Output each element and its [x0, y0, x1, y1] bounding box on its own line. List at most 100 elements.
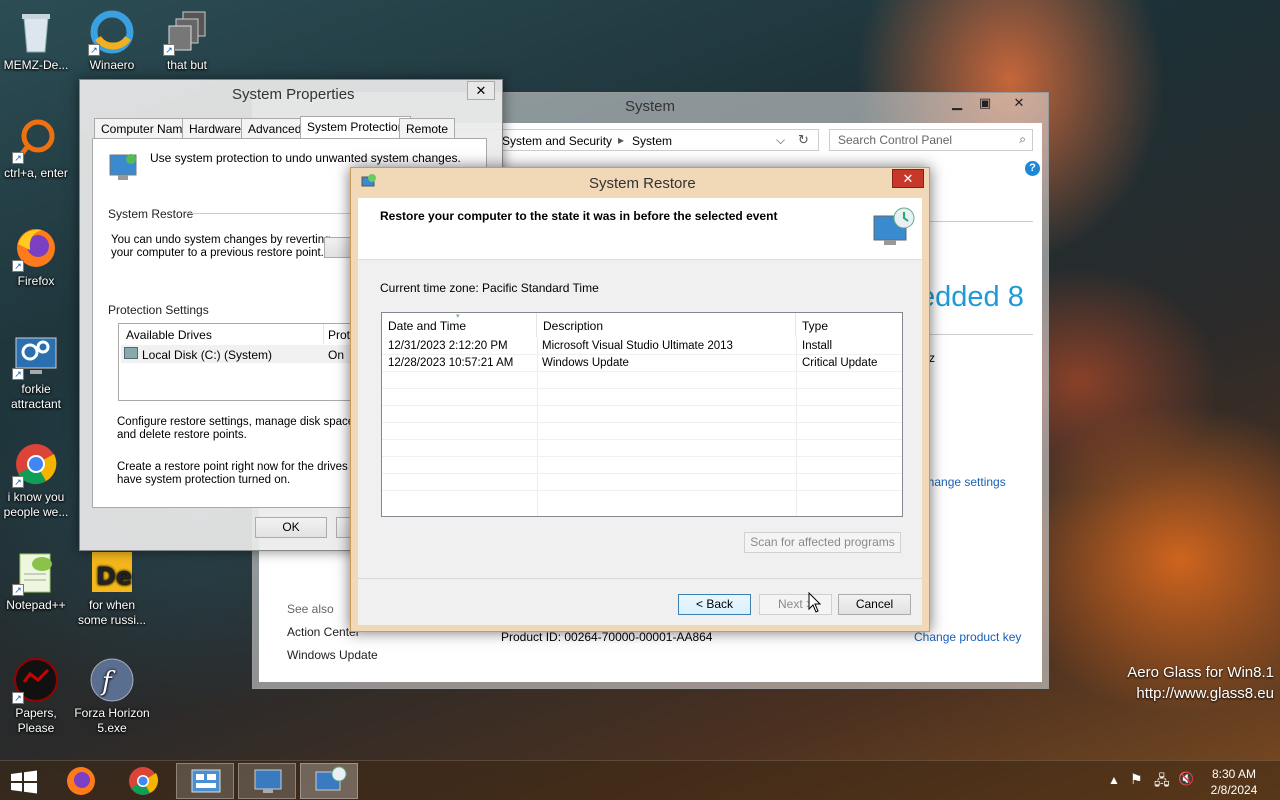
shortcut-arrow-icon: ↗ — [12, 260, 24, 272]
watermark-line-1: Aero Glass for Win8.1 — [1127, 664, 1274, 681]
taskbar-system-properties[interactable] — [238, 763, 296, 799]
close-button[interactable]: ✕ — [467, 81, 495, 100]
taskbar-chrome[interactable] — [114, 763, 172, 799]
system-window-title: System — [625, 98, 676, 115]
tab-remote[interactable]: Remote — [399, 118, 456, 138]
action-center-link[interactable]: Action Center — [287, 625, 360, 639]
tab-label: System Protection — [307, 120, 405, 134]
minimize-button[interactable]: ▁ — [943, 95, 971, 113]
cell-description: Windows Update — [542, 357, 629, 369]
drives-col-header[interactable]: Available Drives — [126, 328, 212, 342]
show-hidden-icons[interactable]: ▲ — [1108, 773, 1120, 787]
scan-affected-programs-button[interactable]: Scan for affected programs — [744, 532, 901, 553]
empty-row — [382, 372, 902, 389]
volume-muted-icon[interactable]: 🔇 — [1178, 771, 1194, 787]
drive-icon — [124, 347, 138, 359]
desktop-icon-ctrl-a[interactable]: ↗ ctrl+a, enter — [0, 116, 74, 181]
col-description[interactable]: Description — [537, 313, 796, 337]
desktop-icon-label: Winaero Tweaker — [89, 58, 135, 72]
ok-button[interactable]: OK — [255, 517, 327, 538]
cancel-button[interactable]: Cancel — [838, 594, 911, 615]
taskbar-control-panel[interactable] — [176, 763, 234, 799]
refresh-icon[interactable]: ↻ — [798, 132, 809, 148]
shortcut-arrow-icon: ↗ — [12, 692, 24, 704]
system-protection-icon — [108, 153, 140, 181]
change-product-key-link[interactable]: Change product key — [914, 630, 1021, 644]
desktop-icon-winaero[interactable]: ↗ Winaero Tweaker — [74, 8, 150, 73]
sort-indicator-icon: ▾ — [456, 313, 460, 320]
clock[interactable]: 8:30 AM 2/8/2024 — [1198, 766, 1270, 798]
col-type[interactable]: Type — [796, 313, 902, 337]
action-center-flag-icon[interactable]: ⚑ — [1130, 771, 1143, 788]
shortcut-arrow-icon: ↗ — [12, 152, 24, 164]
restore-text-line: your computer to a previous restore poin… — [111, 247, 324, 259]
system-restore-window: System Restore ✕ Restore your computer t… — [350, 167, 930, 632]
product-id: Product ID: 00264-70000-00001-AA864 — [501, 630, 713, 644]
drive-row[interactable]: Local Disk (C:) (System) On — [121, 345, 362, 363]
desktop-icon-label: ctrl+a, enter — [4, 166, 68, 180]
table-row[interactable]: 12/28/2023 10:57:21 AM Windows Update Cr… — [382, 355, 902, 372]
close-button[interactable]: ✕ — [892, 169, 924, 188]
help-icon[interactable]: ? — [1025, 161, 1040, 176]
empty-row — [382, 440, 902, 457]
firefox-icon: ↗ — [12, 224, 60, 272]
windows-update-link[interactable]: Windows Update — [287, 648, 378, 662]
drive-status: On — [328, 348, 345, 362]
shortcut-arrow-icon: ↗ — [12, 584, 24, 596]
desktop-icon-firefox[interactable]: ↗ Firefox — [0, 224, 74, 289]
empty-row — [382, 474, 902, 491]
change-settings-label[interactable]: Change settings — [919, 475, 1006, 489]
shortcut-arrow-icon: ↗ — [163, 44, 175, 56]
tab-computer-name[interactable]: Computer Name — [94, 118, 197, 138]
desktop-icon-papers-please[interactable]: ↗ Papers, Please — [0, 656, 74, 736]
control-panel-icon — [191, 769, 221, 793]
papers-please-icon: ↗ — [12, 656, 60, 704]
search-input[interactable]: Search Control Panel ⌕ — [829, 129, 1033, 151]
section-divider — [919, 334, 1033, 335]
desktop-icon-stack[interactable]: ↗ that but — [149, 8, 225, 73]
network-icon[interactable]: 🖧 — [1154, 770, 1170, 794]
start-button[interactable] — [10, 770, 38, 794]
edition-title: edded 8 — [919, 281, 1024, 313]
cell-date: 12/28/2023 10:57:21 AM — [388, 357, 514, 369]
desktop-icon-notepadpp[interactable]: ↗ Notepad++ — [0, 548, 74, 613]
cell-type: Install — [802, 340, 833, 352]
drives-list[interactable]: Available Drives Prote Local Disk (C:) (… — [118, 323, 363, 401]
desktop-icon-forkie[interactable]: ↗ forkie attractant — [0, 332, 74, 412]
restore-text-line: You can undo system changes by reverting — [111, 234, 331, 246]
close-button[interactable]: ✕ — [1005, 95, 1033, 113]
desktop-icon-forza[interactable]: f Forza Horizon 5.exe — [74, 656, 150, 736]
restore-heading: Restore your computer to the state it wa… — [380, 209, 778, 223]
desktop-icon-chrome[interactable]: ↗ i know you people we... — [0, 440, 74, 520]
tab-system-protection[interactable]: System Protection — [300, 116, 412, 139]
desktop-icon-de[interactable]: De for when some russi... — [74, 548, 150, 628]
chrome-icon: ↗ — [12, 440, 60, 488]
taskbar: ▲ ⚑ 🖧 🔇 8:30 AM 2/8/2024 — [0, 760, 1280, 800]
table-row[interactable]: 12/31/2023 2:12:20 PM Microsoft Visual S… — [382, 338, 902, 355]
maximize-button[interactable]: ▣ — [971, 95, 999, 113]
tab-advanced[interactable]: Advanced — [241, 118, 309, 138]
back-button[interactable]: < Back — [678, 594, 751, 615]
breadcrumb-system-security[interactable]: System and Security — [502, 134, 612, 148]
desktop-icon-label: for when some russi... — [77, 598, 146, 627]
svg-text:De: De — [96, 562, 132, 590]
cell-description: Microsoft Visual Studio Ultimate 2013 — [542, 340, 733, 352]
tab-label: Advanced — [248, 122, 302, 136]
breadcrumb-system[interactable]: System — [632, 134, 672, 148]
stack-icon: ↗ — [163, 8, 211, 56]
notepadpp-icon: ↗ — [12, 548, 60, 596]
create-text-line: have system protection turned on. — [117, 474, 291, 486]
taskbar-system-restore[interactable] — [300, 763, 358, 799]
empty-row — [382, 457, 902, 474]
tab-label: Remote — [406, 122, 449, 136]
drive-name: Local Disk (C:) (System) — [142, 348, 273, 362]
configure-text-line: and delete restore points. — [117, 429, 247, 441]
desktop-icon-label: Forza Horizon 5.exe — [74, 706, 150, 735]
system-restore-icon — [315, 766, 347, 791]
chevron-down-icon[interactable]: ⌵ — [776, 133, 785, 148]
taskbar-firefox[interactable] — [52, 763, 110, 799]
change-settings-link[interactable]: Change settings — [919, 475, 1006, 489]
tab-hardware[interactable]: Hardware — [182, 118, 249, 138]
restore-points-list[interactable]: Date and Time ▾ Description Type 12/31/2… — [381, 312, 903, 517]
desktop-icon-memz[interactable]: MEMZ-De... — [0, 8, 74, 73]
